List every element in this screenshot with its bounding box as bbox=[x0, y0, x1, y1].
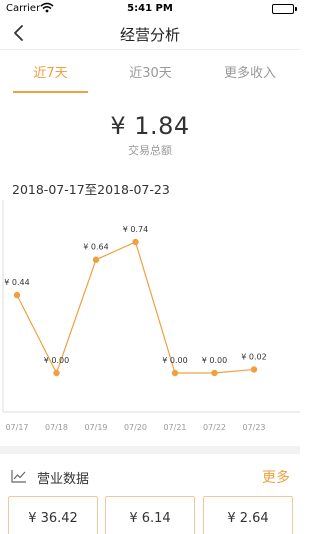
total-summary: ¥ 1.84 交易总额 bbox=[0, 112, 300, 158]
data-point bbox=[132, 238, 139, 246]
data-label: ¥ 0.44 bbox=[4, 278, 29, 287]
total-amount: ¥ 1.84 bbox=[110, 112, 190, 140]
x-tick-label: 07/21 bbox=[163, 423, 186, 432]
date-range: 2018-07-17至2018-07-23 bbox=[12, 182, 170, 197]
data-label: ¥ 0.00 bbox=[202, 356, 227, 365]
x-tick-label: 07/17 bbox=[5, 423, 28, 432]
status-bar: Carrier 5:41 PM bbox=[0, 0, 300, 18]
tab-more-income[interactable]: 更多收入 bbox=[210, 62, 290, 81]
data-point bbox=[171, 369, 179, 377]
data-label: ¥ 0.00 bbox=[162, 356, 187, 365]
data-label: ¥ 0.00 bbox=[44, 356, 69, 365]
clock: 5:41 PM bbox=[127, 3, 173, 14]
x-tick-label: 07/20 bbox=[124, 423, 147, 432]
x-tick-label: 07/22 bbox=[203, 423, 226, 432]
business-data-cards: ¥ 36.42 ¥ 6.14 ¥ 2.64 bbox=[0, 496, 300, 534]
chart-svg: ¥ 0.44 ¥ 0.00 ¥ 0.64 ¥ 0.74 ¥ 0.00 ¥ 0.00 ¥ 0.… bbox=[2, 200, 300, 432]
page-title: 经营分析 bbox=[119, 26, 180, 44]
line-chart-icon bbox=[11, 468, 27, 483]
data-point bbox=[53, 369, 60, 377]
navigation-bar: 经营分析 bbox=[0, 18, 300, 50]
data-point bbox=[92, 256, 100, 263]
x-tick-label: 07/23 bbox=[242, 423, 265, 432]
more-link[interactable]: 更多 bbox=[262, 467, 290, 487]
section-divider bbox=[0, 446, 300, 454]
data-label: ¥ 0.64 bbox=[83, 243, 108, 252]
total-amount-label: 交易总额 bbox=[128, 144, 172, 157]
data-point bbox=[13, 291, 21, 299]
business-data-header: 营业数据 更多 bbox=[0, 456, 300, 494]
period-tabs: 近7天 近30天 更多收入 bbox=[0, 52, 300, 94]
tab-last-30-days[interactable]: 近30天 bbox=[113, 62, 188, 81]
stat-card[interactable]: ¥ 36.42 bbox=[8, 496, 98, 534]
battery-icon bbox=[272, 4, 294, 14]
x-tick-label: 07/18 bbox=[45, 423, 68, 432]
stat-card[interactable]: ¥ 6.14 bbox=[105, 496, 195, 534]
stat-card[interactable]: ¥ 2.64 bbox=[203, 496, 293, 534]
data-point bbox=[211, 369, 218, 377]
tab-last-7-days[interactable]: 近7天 bbox=[13, 62, 88, 81]
section-heading: 营业数据 bbox=[37, 472, 90, 487]
data-label: ¥ 0.02 bbox=[241, 352, 266, 361]
revenue-line-chart: ¥ 0.44 ¥ 0.00 ¥ 0.64 ¥ 0.74 ¥ 0.00 ¥ 0.00 ¥ 0.… bbox=[0, 200, 300, 440]
active-tab-indicator bbox=[13, 91, 88, 93]
data-point bbox=[250, 366, 258, 373]
x-tick-label: 07/19 bbox=[84, 423, 107, 432]
series-line bbox=[16, 241, 255, 375]
data-label: ¥ 0.74 bbox=[123, 225, 148, 234]
